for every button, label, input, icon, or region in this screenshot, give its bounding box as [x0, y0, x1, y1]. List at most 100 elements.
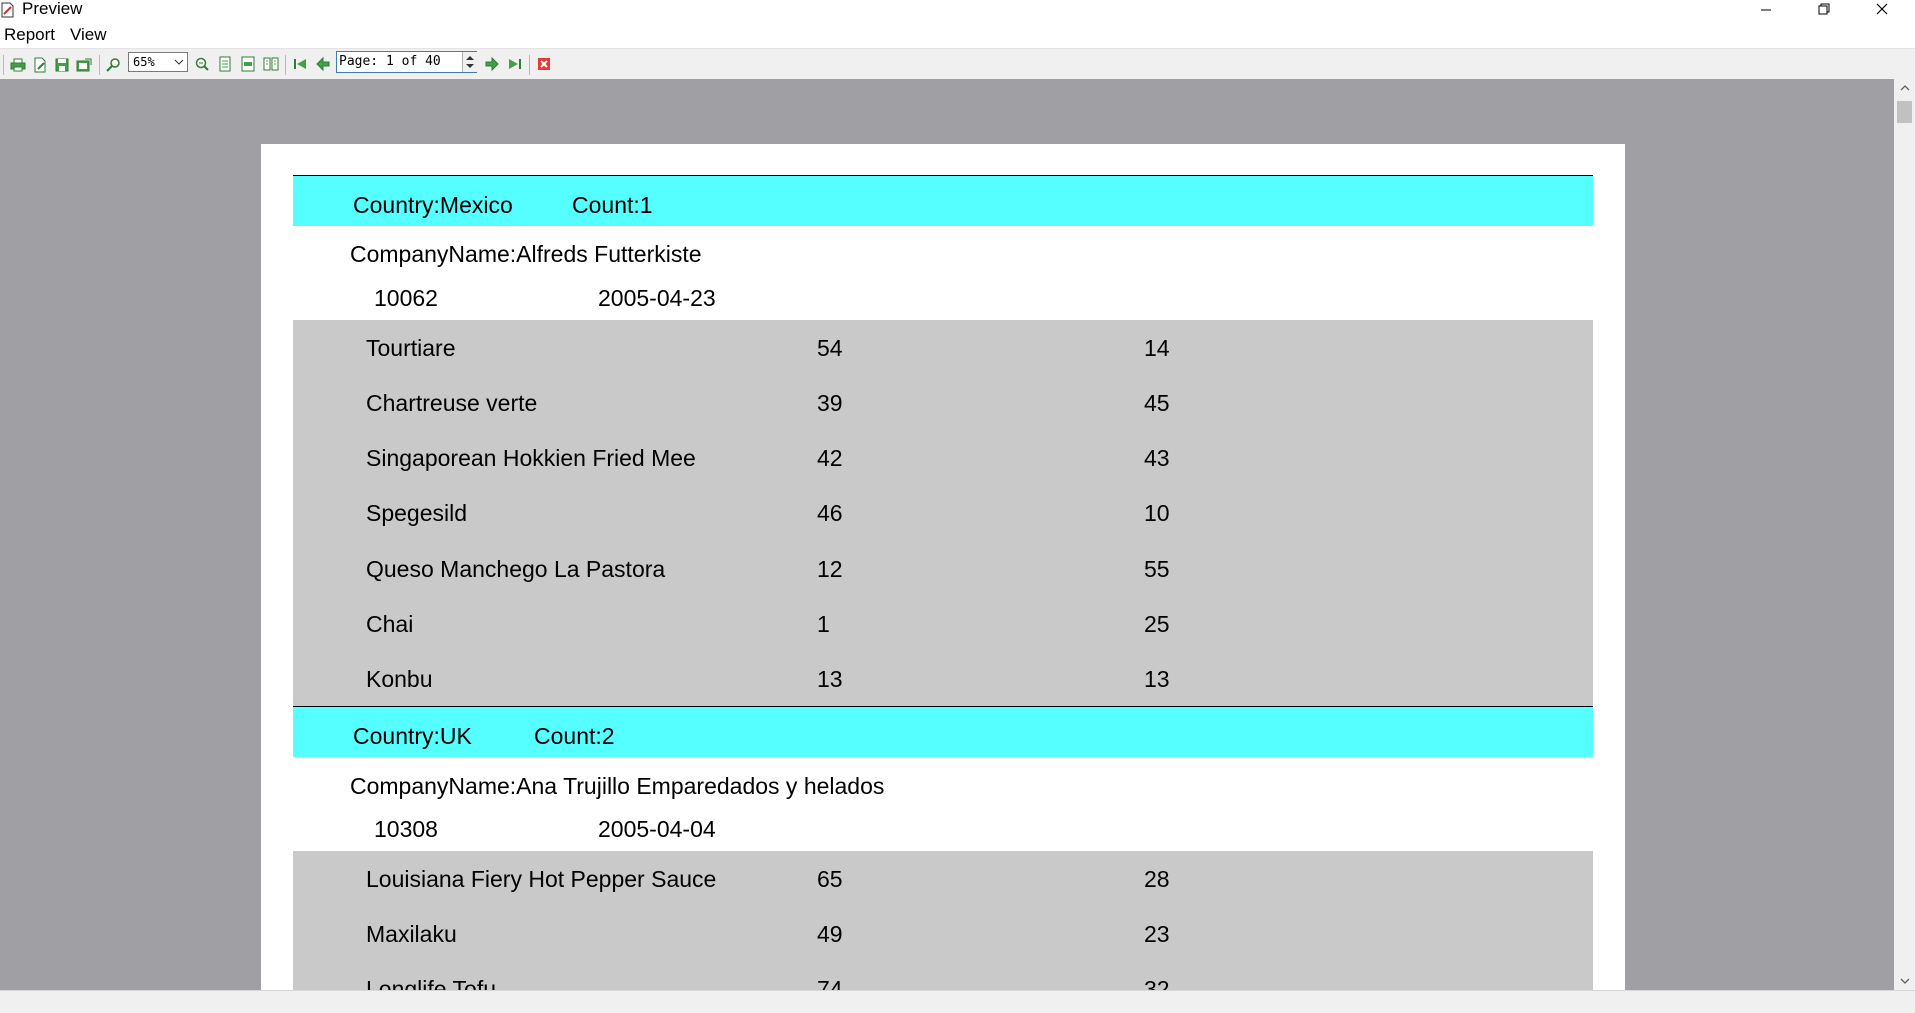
order-date: 2005-04-23 [598, 285, 716, 311]
export-button[interactable] [74, 55, 94, 75]
page-width-button[interactable] [238, 54, 258, 74]
chevron-down-icon [1900, 978, 1909, 984]
page-width-icon [241, 56, 255, 72]
product-name: Maxilaku [366, 921, 457, 947]
group-header-mexico: Country:Mexico Count:1 [293, 175, 1593, 226]
product-value-b: 45 [1144, 390, 1170, 416]
menu-view[interactable]: View [68, 25, 109, 45]
detail-band: Louisiana Fiery Hot Pepper Sauce 65 28 M… [293, 851, 1593, 990]
page-edit-icon [34, 57, 46, 73]
scroll-down-button[interactable] [1894, 972, 1915, 990]
toolbar [0, 48, 1915, 80]
company-name: CompanyName:Alfreds Futterkiste [350, 241, 702, 267]
toolbar-grip [3, 55, 4, 75]
product-value-b: 32 [1144, 976, 1170, 990]
product-value-b: 13 [1144, 666, 1170, 692]
multi-page-button[interactable] [261, 54, 281, 74]
order-id: 10062 [374, 285, 438, 311]
previous-page-button[interactable] [313, 54, 333, 74]
chevron-down-icon [173, 53, 185, 71]
menu-report[interactable]: Report [2, 25, 57, 45]
product-name: Chai [366, 611, 414, 637]
product-name: Louisiana Fiery Hot Pepper Sauce [366, 866, 717, 892]
product-value-a: 39 [817, 390, 843, 416]
chevron-up-icon [1900, 85, 1909, 91]
page-icon [219, 56, 231, 72]
product-value-b: 43 [1144, 445, 1170, 471]
vertical-scrollbar[interactable] [1894, 79, 1915, 990]
zoom-out-icon [195, 57, 209, 71]
minimize-button[interactable] [1737, 0, 1795, 18]
product-value-a: 49 [817, 921, 843, 947]
group-count: Count:2 [534, 723, 615, 749]
product-value-a: 54 [817, 335, 843, 361]
product-value-a: 12 [817, 556, 843, 582]
toolbar-separator [99, 55, 100, 75]
product-value-b: 25 [1144, 611, 1170, 637]
zoom-out-button[interactable] [192, 54, 212, 74]
product-value-a: 65 [817, 866, 843, 892]
order-id: 10308 [374, 816, 438, 842]
report-page: Country:Mexico Count:1 CompanyName:Alfre… [261, 144, 1625, 990]
product-value-a: 1 [817, 611, 830, 637]
product-name: Singaporean Hokkien Fried Mee [366, 445, 696, 471]
spinner-arrows-icon [466, 56, 474, 68]
title-bar: Preview [0, 0, 1915, 24]
multi-page-icon [263, 57, 279, 71]
product-name: Longlife Tofu [366, 976, 497, 990]
zoom-select[interactable]: 65% [128, 52, 188, 72]
save-icon [55, 58, 69, 72]
group-header-uk: Country:UK Count:2 [293, 706, 1593, 757]
product-value-a: 46 [817, 500, 843, 526]
app-icon [0, 2, 16, 18]
page-spinner[interactable] [462, 52, 477, 72]
preview-viewport[interactable]: Country:Mexico Count:1 CompanyName:Alfre… [0, 79, 1894, 990]
product-value-a: 13 [817, 666, 843, 692]
restore-icon [1818, 3, 1830, 15]
product-name: Chartreuse verte [366, 390, 538, 416]
product-value-b: 14 [1144, 335, 1170, 361]
arrow-right-icon [485, 56, 499, 72]
single-page-button[interactable] [215, 54, 235, 74]
menu-bar: Report View [0, 24, 1915, 46]
detail-band: Tourtiare 54 14 Chartreuse verte 39 45 S… [293, 320, 1593, 707]
restore-button[interactable] [1795, 0, 1853, 18]
arrow-left-icon [316, 56, 330, 72]
product-value-a: 42 [817, 445, 843, 471]
product-name: Queso Manchego La Pastora [366, 556, 666, 582]
toolbar-separator [285, 55, 286, 75]
product-name: Spegesild [366, 500, 468, 526]
last-page-icon [509, 59, 521, 69]
scroll-up-button[interactable] [1894, 79, 1915, 97]
window-title: Preview [22, 0, 83, 18]
zoom-value: 65% [133, 55, 155, 69]
company-name: CompanyName:Ana Trujillo Emparedados y h… [350, 773, 885, 799]
printer-icon [10, 58, 26, 72]
minimize-icon [1761, 9, 1771, 11]
close-button[interactable] [1853, 0, 1911, 18]
save-button[interactable] [52, 55, 72, 75]
product-name: Tourtiare [366, 335, 456, 361]
product-name: Konbu [366, 666, 433, 692]
close-preview-button[interactable] [534, 54, 554, 74]
page-setup-button[interactable] [30, 55, 50, 75]
product-value-b: 10 [1144, 500, 1170, 526]
next-page-button[interactable] [482, 54, 502, 74]
export-icon [76, 58, 92, 72]
product-value-a: 74 [817, 976, 843, 990]
close-icon [1876, 3, 1888, 15]
first-page-button[interactable] [290, 54, 310, 74]
toolbar-separator [529, 55, 530, 75]
zoom-button[interactable] [104, 55, 124, 75]
page-indicator: Page: 1 of 40 [339, 54, 441, 69]
page-number-input[interactable]: Page: 1 of 40 [336, 51, 477, 73]
product-value-b: 28 [1144, 866, 1170, 892]
print-button[interactable] [8, 55, 28, 75]
last-page-button[interactable] [505, 54, 525, 74]
magnifier-icon [106, 58, 120, 72]
close-icon [538, 58, 550, 70]
product-value-b: 55 [1144, 556, 1170, 582]
status-bar [0, 990, 1915, 1013]
scroll-thumb[interactable] [1897, 101, 1912, 123]
group-count: Count:1 [572, 192, 653, 218]
